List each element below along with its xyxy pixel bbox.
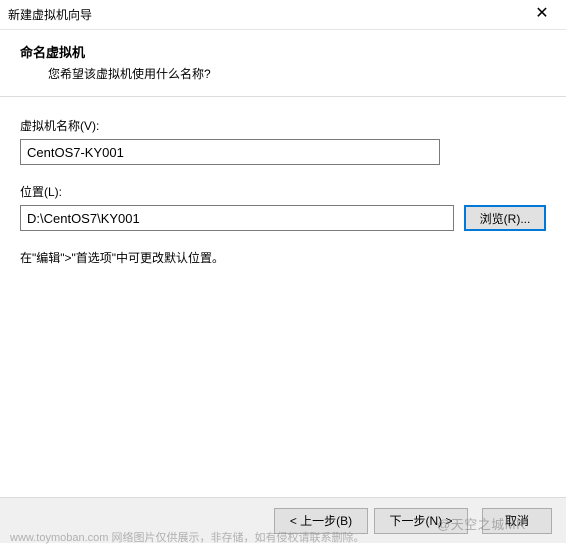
page-subtitle: 您希望该虚拟机使用什么名称? <box>20 65 546 82</box>
next-button[interactable]: 下一步(N) > <box>374 508 468 534</box>
window-title: 新建虚拟机向导 <box>8 6 92 23</box>
hint-text: 在"编辑">"首选项"中可更改默认位置。 <box>20 249 546 266</box>
vm-name-group: 虚拟机名称(V): <box>20 117 546 165</box>
location-group: 位置(L): 浏览(R)... <box>20 183 546 231</box>
vm-name-input[interactable] <box>20 139 440 165</box>
location-row: 浏览(R)... <box>20 205 546 231</box>
close-button[interactable]: ✕ <box>528 3 556 27</box>
close-icon: ✕ <box>535 5 548 22</box>
location-input[interactable] <box>20 205 454 231</box>
wizard-footer: < 上一步(B) 下一步(N) > 取消 <box>0 497 566 543</box>
page-title: 命名虚拟机 <box>20 42 546 61</box>
titlebar: 新建虚拟机向导 ✕ <box>0 0 566 30</box>
browse-button[interactable]: 浏览(R)... <box>464 205 546 231</box>
back-button[interactable]: < 上一步(B) <box>274 508 368 534</box>
wizard-content: 虚拟机名称(V): 位置(L): 浏览(R)... 在"编辑">"首选项"中可更… <box>0 97 566 276</box>
cancel-button[interactable]: 取消 <box>482 508 552 534</box>
wizard-header: 命名虚拟机 您希望该虚拟机使用什么名称? <box>0 30 566 97</box>
vm-name-label: 虚拟机名称(V): <box>20 117 546 134</box>
location-label: 位置(L): <box>20 183 546 200</box>
